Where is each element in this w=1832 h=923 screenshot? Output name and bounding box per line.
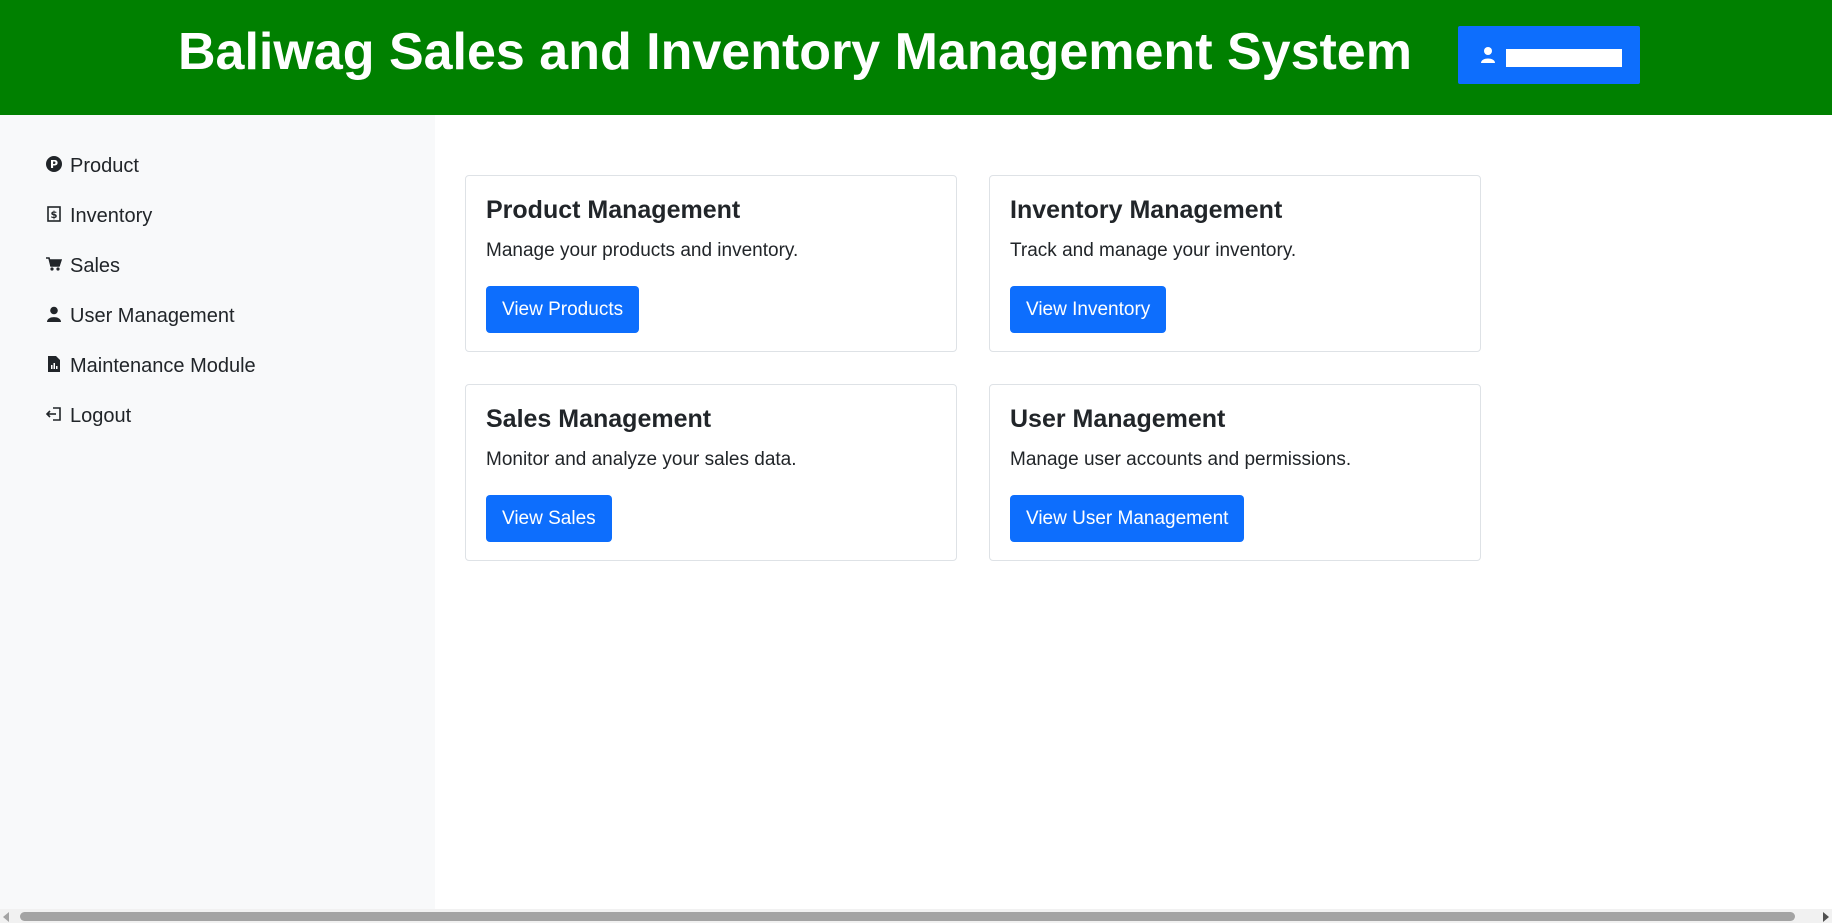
sidebar-item-label: User Management <box>70 304 235 327</box>
sidebar: P Product $ Inventory Sales User Managem… <box>0 115 435 910</box>
sidebar-item-inventory[interactable]: $ Inventory <box>46 202 152 230</box>
card-title: Sales Management <box>486 405 712 433</box>
top-header: Baliwag Sales and Inventory Management S… <box>0 0 1832 115</box>
user-account-button[interactable] <box>1458 26 1640 84</box>
user-icon <box>1481 47 1495 63</box>
sidebar-item-product[interactable]: P Product <box>46 152 139 180</box>
person-icon <box>47 306 61 322</box>
view-sales-button[interactable]: View Sales <box>486 495 612 542</box>
sidebar-item-user-management[interactable]: User Management <box>46 302 235 330</box>
sidebar-item-label: Sales <box>70 254 121 277</box>
card-text: Manage your products and inventory. <box>486 240 799 261</box>
cart-icon <box>46 257 62 271</box>
card-text: Track and manage your inventory. <box>1010 240 1297 261</box>
product-management-card: Product Management Manage your products … <box>465 175 957 352</box>
svg-text:P: P <box>50 158 58 171</box>
svg-text:$: $ <box>51 210 58 221</box>
sidebar-item-label: Maintenance Module <box>70 354 256 377</box>
sidebar-item-label: Logout <box>70 404 132 427</box>
inventory-receipt-icon: $ <box>47 206 61 222</box>
scrollbar-thumb[interactable] <box>20 912 1795 921</box>
logout-icon <box>46 407 61 421</box>
card-title: Inventory Management <box>1010 196 1283 224</box>
horizontal-scrollbar[interactable] <box>0 909 1832 923</box>
card-title: User Management <box>1010 405 1226 433</box>
sidebar-item-maintenance-module[interactable]: Maintenance Module <box>46 352 256 380</box>
user-management-card: User Management Manage user accounts and… <box>989 384 1481 561</box>
sales-management-card: Sales Management Monitor and analyze you… <box>465 384 957 561</box>
app-title: Baliwag Sales and Inventory Management S… <box>178 23 1412 81</box>
view-products-button[interactable]: View Products <box>486 286 640 333</box>
user-name-redacted <box>1506 49 1622 67</box>
card-text: Manage user accounts and permissions. <box>1010 449 1352 470</box>
product-p-icon: P <box>46 156 62 172</box>
sidebar-item-label: Product <box>70 154 139 177</box>
sidebar-item-label: Inventory <box>70 204 153 227</box>
sidebar-item-logout[interactable]: Logout <box>46 402 131 430</box>
card-text: Monitor and analyze your sales data. <box>486 449 797 470</box>
card-title: Product Management <box>486 196 741 224</box>
view-user-management-button[interactable]: View User Management <box>1010 495 1245 542</box>
inventory-management-card: Inventory Management Track and manage yo… <box>989 175 1481 352</box>
sidebar-item-sales[interactable]: Sales <box>46 252 120 280</box>
scroll-left-icon[interactable] <box>3 912 9 922</box>
scroll-right-icon[interactable] <box>1823 912 1829 922</box>
file-chart-icon <box>48 356 60 372</box>
view-inventory-button[interactable]: View Inventory <box>1010 286 1167 333</box>
